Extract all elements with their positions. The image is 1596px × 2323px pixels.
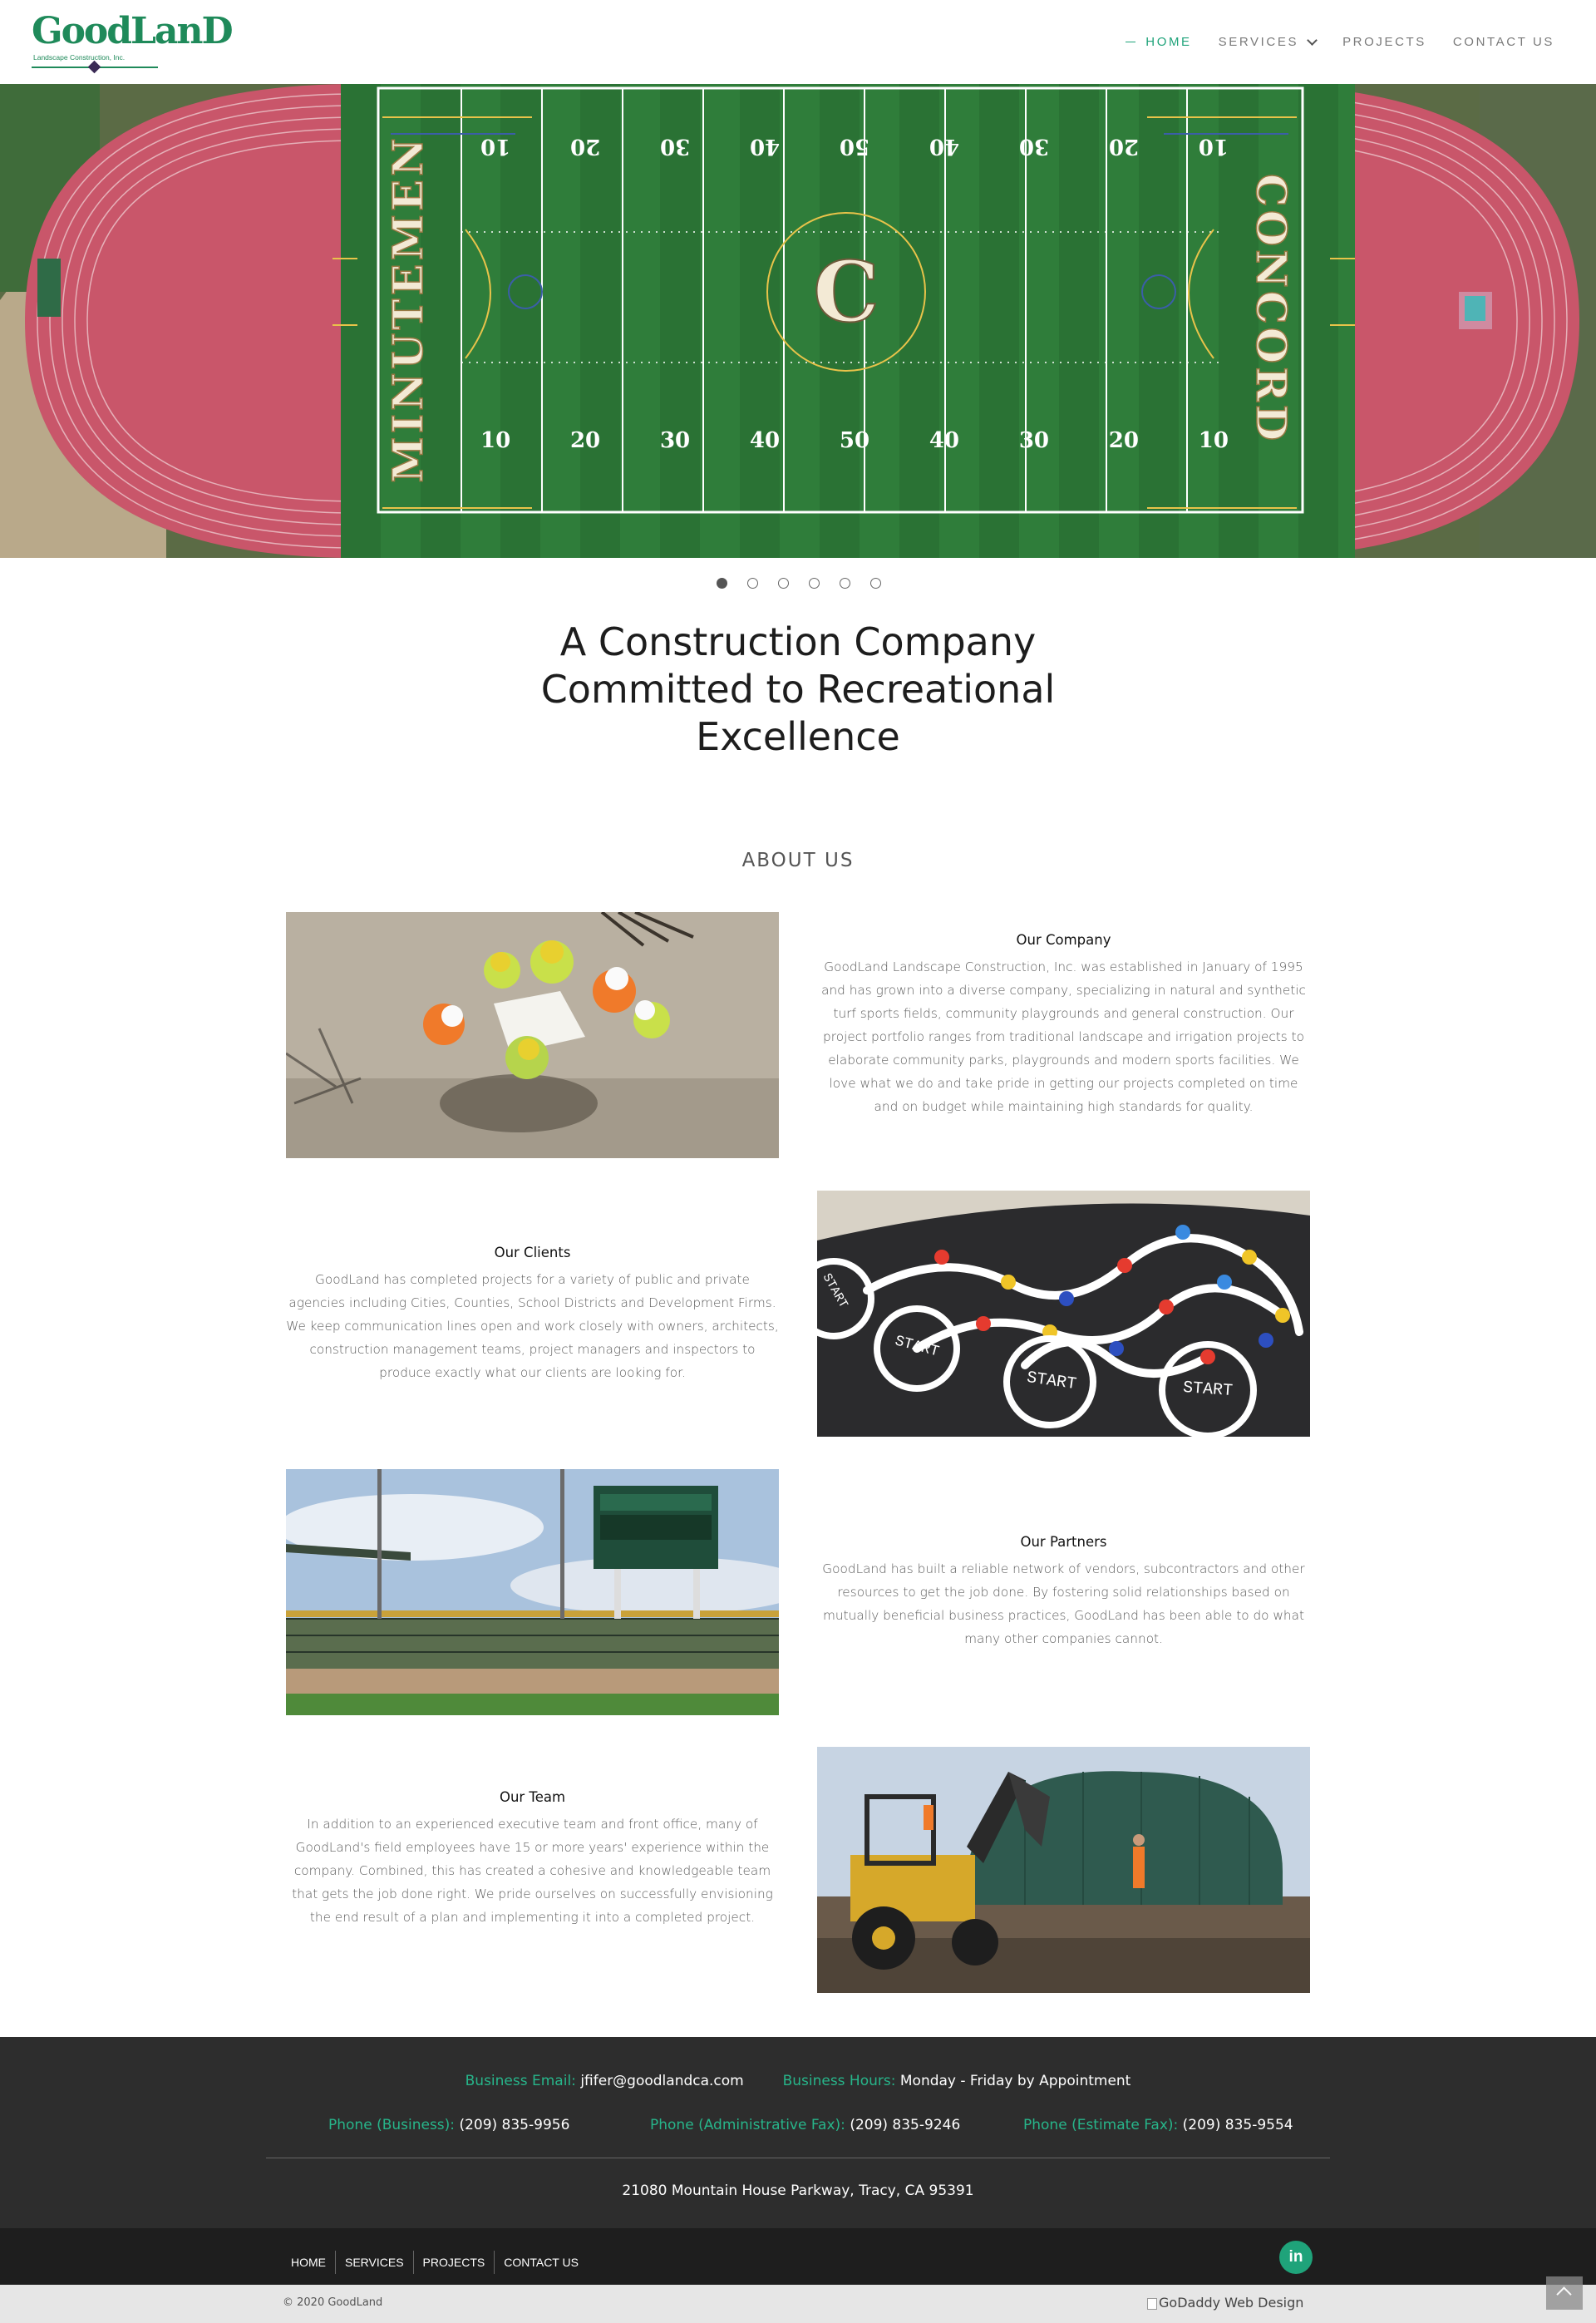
yard-number: 40	[929, 428, 960, 453]
slide-dot-4[interactable]	[809, 578, 820, 589]
site-header: GoodLanD Landscape Construction, Inc. HO…	[0, 0, 1596, 84]
yard-numbers-top: 10 20 30 40 50 40 30 20 10	[480, 134, 1229, 159]
headline-line: Excellence	[696, 714, 900, 759]
phone-business: Phone (Business): (209) 835-9956	[328, 2117, 569, 2133]
page-headline: A Construction Company Committed to Recr…	[466, 619, 1130, 761]
slide-pagination	[717, 578, 881, 589]
yard-number: 10	[1198, 134, 1229, 159]
logo[interactable]: GoodLanD Landscape Construction, Inc.	[32, 10, 234, 76]
hours-value: Monday - Friday by Appointment	[899, 2073, 1131, 2089]
godaddy-alt-text: GoDaddy Web Design	[1159, 2295, 1304, 2311]
yard-number: 40	[749, 134, 781, 159]
photo-playground-start: START START START START	[817, 1191, 1310, 1437]
nav-contact-label: CONTACT US	[1452, 35, 1554, 49]
about-partners-block: Our Partners GoodLand has built a reliab…	[817, 1534, 1310, 1650]
email-link[interactable]: jfifer@goodlandca.com	[580, 2073, 743, 2089]
headline-line: A Construction Company	[559, 619, 1037, 664]
hours-label: Business Hours:	[782, 2073, 896, 2089]
footer-nav-projects[interactable]: PROJECTS	[412, 2251, 495, 2274]
footer-nav-contact[interactable]: CONTACT US	[494, 2251, 588, 2274]
footer-nav: HOME SERVICES PROJECTS CONTACT US	[284, 2251, 588, 2274]
about-team-body: In addition to an experienced executive …	[292, 1817, 773, 1925]
copyright-text: © 2020 GoodLand	[283, 2296, 383, 2309]
yard-number: 40	[929, 134, 960, 159]
yard-number: 50	[839, 134, 870, 159]
nav-services-label: SERVICES	[1218, 35, 1299, 49]
nav-projects[interactable]: PROJECTS	[1342, 35, 1426, 49]
photo-workers-blueprint	[286, 912, 779, 1158]
yard-number: 20	[1108, 428, 1139, 453]
about-team-title: Our Team	[499, 1789, 566, 1805]
godaddy-badge[interactable]: GoDaddy Web Design	[1147, 2295, 1303, 2311]
chevron-down-icon	[1307, 34, 1318, 46]
footer-contact-row-1: Business Email: jfifer@goodlandca.com Bu…	[0, 2073, 1596, 2089]
about-company-body: GoodLand Landscape Construction, Inc. wa…	[821, 959, 1306, 1114]
logo-diamond-icon	[87, 60, 101, 74]
about-team-block: Our Team In addition to an experienced e…	[286, 1789, 779, 1929]
yard-number: 20	[1108, 134, 1140, 159]
yard-number: 10	[1198, 428, 1229, 453]
yard-number: 20	[569, 428, 601, 453]
photo-ballfield-scoreboard	[286, 1469, 779, 1715]
phone-business-value[interactable]: (209) 835-9956	[459, 2117, 569, 2133]
nav-services[interactable]: SERVICES	[1218, 34, 1318, 49]
linkedin-icon[interactable]: in	[1279, 2241, 1313, 2274]
footer-nav-services[interactable]: SERVICES	[335, 2251, 413, 2274]
email-label: Business Email:	[465, 2073, 576, 2089]
phone-estimate-fax: Phone (Estimate Fax): (209) 835-9554	[1023, 2117, 1293, 2133]
nav-contact[interactable]: CONTACT US	[1453, 35, 1554, 49]
field-endzone-text-left: MINUTEMEN	[382, 134, 433, 483]
yard-numbers-bottom: 10 20 30 40 50 40 30 20 10	[480, 428, 1229, 453]
headline-line: Committed to Recreational	[540, 667, 1056, 712]
about-company-block: Our Company GoodLand Landscape Construct…	[817, 932, 1310, 1118]
nav-home[interactable]: HOME	[1126, 35, 1191, 49]
phone-admin-fax: Phone (Administrative Fax): (209) 835-92…	[650, 2117, 960, 2133]
nav-home-label: HOME	[1145, 35, 1192, 49]
yard-number: 10	[480, 428, 511, 453]
phone-estimate-label: Phone (Estimate Fax):	[1023, 2117, 1179, 2133]
logo-wordmark: GoodLanD	[32, 10, 234, 52]
slide-dot-5[interactable]	[840, 578, 850, 589]
copyright-bar	[0, 2285, 1596, 2323]
about-clients-title: Our Clients	[494, 1245, 571, 1260]
phone-admin-value[interactable]: (209) 835-9246	[850, 2117, 960, 2133]
footer-bottom-bar	[0, 2228, 1596, 2285]
about-company-title: Our Company	[1016, 932, 1111, 948]
yard-number: 50	[839, 428, 870, 453]
hero-slideshow[interactable]: MINUTEMEN CONCORD C 10 20 30 40 50 40 30…	[0, 84, 1596, 558]
yard-number: 20	[570, 134, 601, 159]
scroll-top-icon	[1556, 2286, 1572, 2302]
about-clients-body: GoodLand has completed projects for a va…	[286, 1272, 779, 1380]
scroll-top-button[interactable]	[1546, 2276, 1583, 2310]
field-endzone-text-right: CONCORD	[1247, 173, 1298, 445]
about-partners-title: Our Partners	[1020, 1534, 1107, 1550]
yard-number: 30	[1018, 134, 1050, 159]
phone-business-label: Phone (Business):	[328, 2117, 456, 2133]
field-center-logo: C	[812, 243, 880, 341]
nav-projects-label: PROJECTS	[1342, 35, 1426, 49]
main-nav: HOME SERVICES PROJECTS CONTACT US	[1099, 34, 1554, 49]
broken-image-icon	[1147, 2297, 1157, 2310]
section-title-about: ABOUT US	[741, 850, 855, 871]
phone-admin-label: Phone (Administrative Fax):	[650, 2117, 845, 2133]
logo-tagline: Landscape Construction, Inc.	[33, 53, 126, 62]
yard-number: 30	[659, 428, 691, 453]
yard-number: 30	[660, 134, 691, 159]
photo-backhoe-site	[817, 1747, 1310, 1993]
footer-address: 21080 Mountain House Parkway, Tracy, CA …	[622, 2182, 974, 2199]
slide-dot-6[interactable]	[870, 578, 881, 589]
slide-dot-3[interactable]	[778, 578, 789, 589]
phone-estimate-value[interactable]: (209) 835-9554	[1183, 2117, 1293, 2133]
yard-number: 40	[749, 428, 781, 453]
yard-number: 10	[480, 134, 511, 159]
about-partners-body: GoodLand has built a reliable network of…	[822, 1561, 1305, 1646]
slide-dot-2[interactable]	[747, 578, 758, 589]
yard-number: 30	[1018, 428, 1049, 453]
slide-dot-1[interactable]	[717, 578, 727, 589]
footer-nav-home[interactable]: HOME	[284, 2251, 335, 2274]
about-clients-block: Our Clients GoodLand has completed proje…	[286, 1245, 779, 1384]
